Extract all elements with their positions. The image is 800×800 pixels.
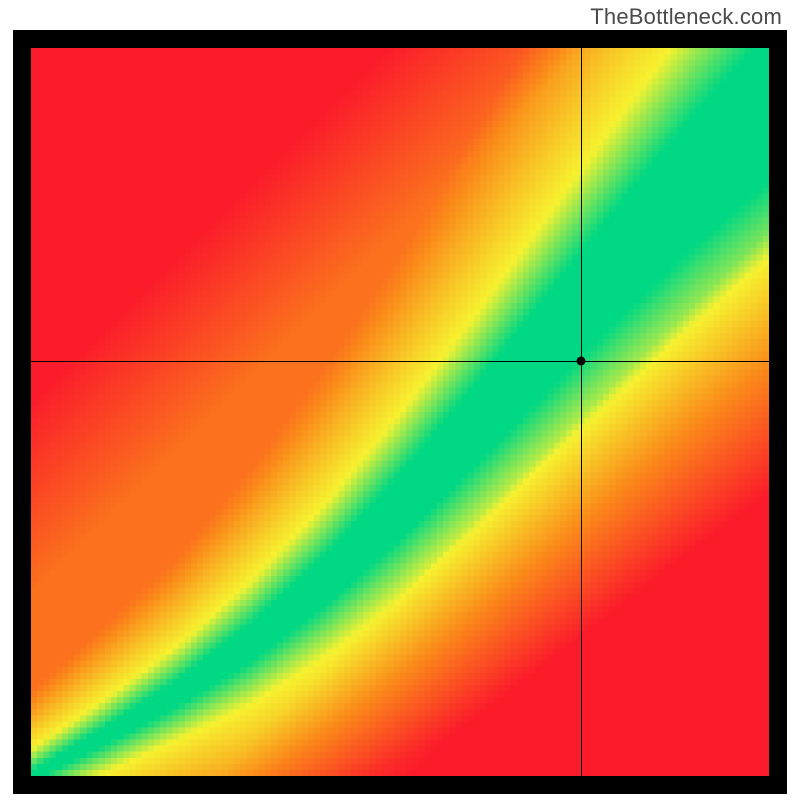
marker-point bbox=[576, 357, 585, 366]
heatmap-canvas bbox=[31, 48, 769, 776]
chart-container: TheBottleneck.com bbox=[0, 0, 800, 800]
plot-frame bbox=[13, 30, 787, 794]
watermark-text: TheBottleneck.com bbox=[590, 4, 782, 30]
crosshair-horizontal bbox=[31, 361, 769, 362]
plot-area bbox=[31, 48, 769, 776]
crosshair-vertical bbox=[581, 48, 582, 776]
